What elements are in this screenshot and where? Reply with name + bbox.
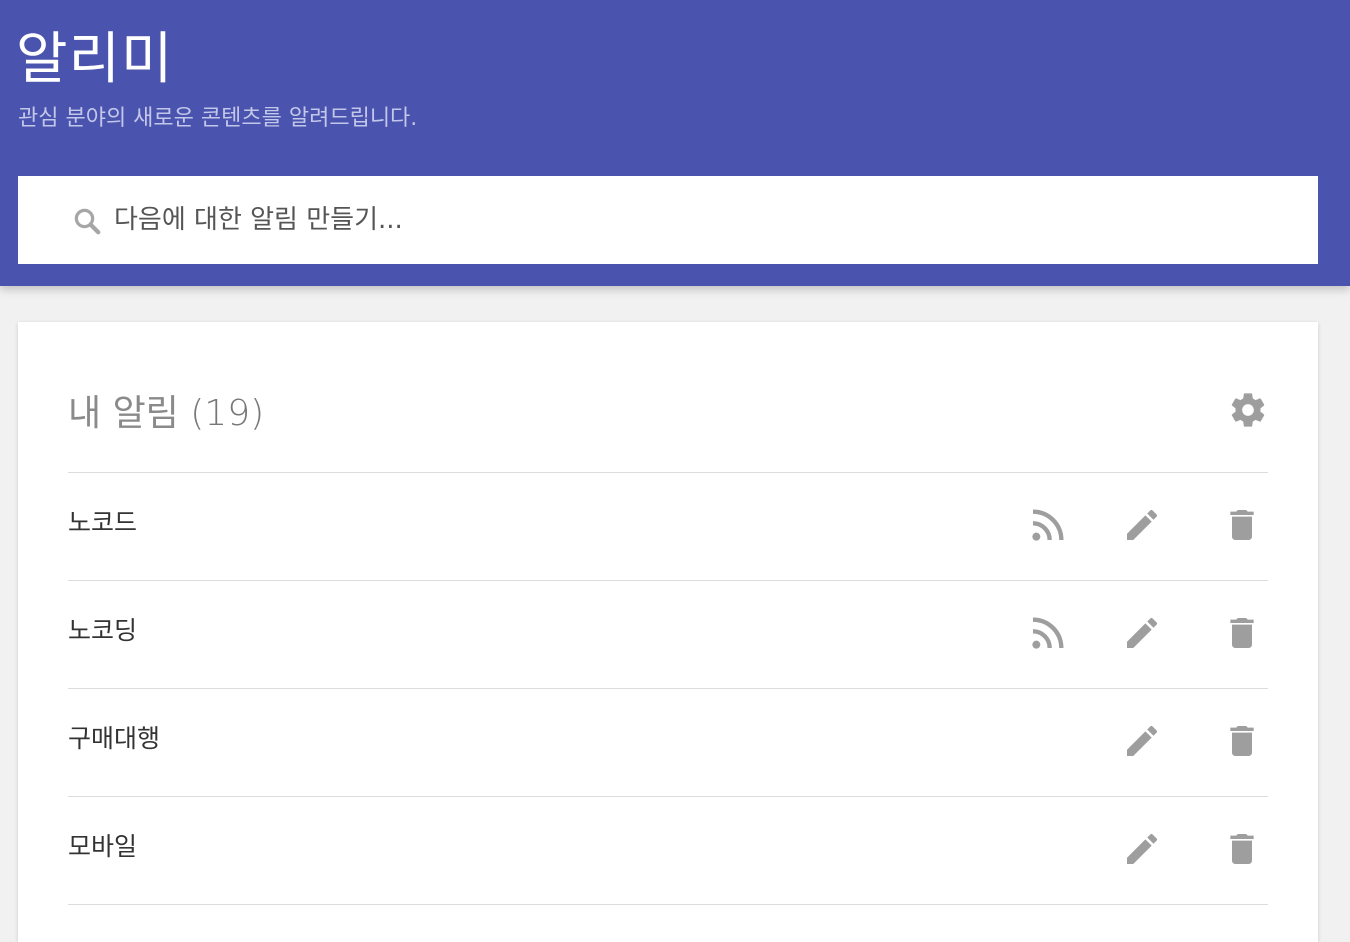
alert-row[interactable]: 모바일 bbox=[68, 796, 1268, 904]
my-alerts-card: 내 알림 (19) 노코드 노코딩 구매대행 모바일 bbox=[18, 322, 1318, 942]
delete-trash-icon[interactable] bbox=[1222, 829, 1262, 869]
alert-label[interactable]: 구매대행 bbox=[68, 719, 160, 755]
rss-feed-icon[interactable] bbox=[1028, 613, 1068, 653]
alert-row[interactable]: 노코드 bbox=[68, 472, 1268, 580]
search-box[interactable] bbox=[18, 176, 1318, 264]
delete-trash-icon[interactable] bbox=[1222, 613, 1262, 653]
search-input[interactable] bbox=[114, 198, 1294, 242]
alerts-count: (19) bbox=[190, 393, 265, 434]
app-subtitle: 관심 분야의 새로운 콘텐츠를 알려드립니다. bbox=[18, 106, 418, 131]
edit-pencil-icon[interactable] bbox=[1122, 613, 1162, 653]
edit-pencil-icon[interactable] bbox=[1122, 505, 1162, 545]
settings-gear-icon[interactable] bbox=[1228, 390, 1268, 430]
alert-row[interactable]: 노코딩 bbox=[68, 580, 1268, 688]
edit-pencil-icon[interactable] bbox=[1122, 721, 1162, 761]
delete-trash-icon[interactable] bbox=[1222, 505, 1262, 545]
my-alerts-label: 내 알림 bbox=[68, 393, 179, 434]
delete-trash-icon[interactable] bbox=[1222, 721, 1262, 761]
alert-label[interactable]: 모바일 bbox=[68, 827, 137, 863]
app-title: 알리미 bbox=[16, 27, 174, 92]
alert-row[interactable]: 구매대행 bbox=[68, 688, 1268, 796]
alert-label[interactable]: 노코드 bbox=[68, 503, 137, 539]
my-alerts-title: 내 알림 (19) bbox=[68, 384, 264, 436]
rss-feed-icon[interactable] bbox=[1028, 505, 1068, 545]
app-header: 알리미 관심 분야의 새로운 콘텐츠를 알려드립니다. bbox=[0, 0, 1350, 286]
row-divider bbox=[68, 904, 1268, 924]
alert-label[interactable]: 노코딩 bbox=[68, 611, 137, 647]
search-icon bbox=[74, 208, 101, 235]
edit-pencil-icon[interactable] bbox=[1122, 829, 1162, 869]
